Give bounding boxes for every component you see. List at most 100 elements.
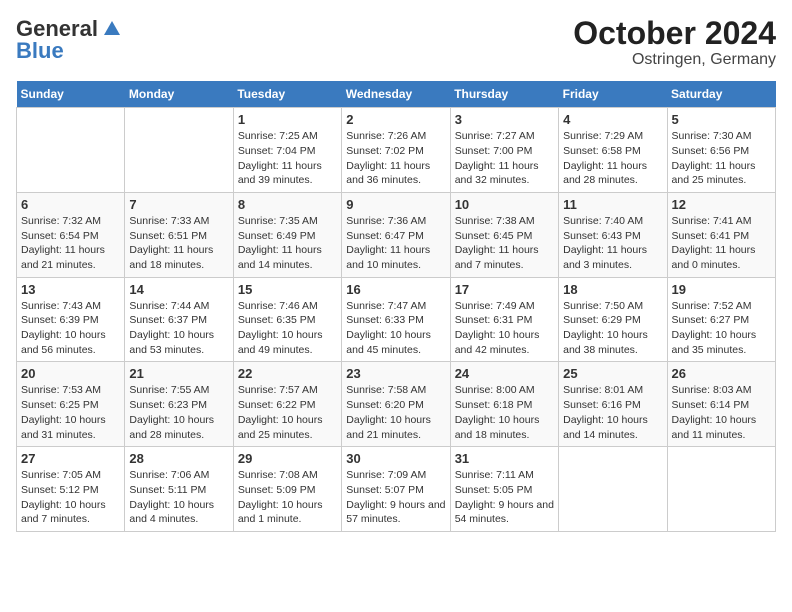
- day-cell: 29 Sunrise: 7:08 AM Sunset: 5:09 PM Dayli…: [233, 447, 341, 532]
- weekday-header-saturday: Saturday: [667, 81, 775, 108]
- day-number: 24: [455, 366, 554, 381]
- day-info: Sunrise: 7:44 AM Sunset: 6:37 PM Dayligh…: [129, 299, 228, 358]
- day-number: 5: [672, 112, 771, 127]
- day-cell: 3 Sunrise: 7:27 AM Sunset: 7:00 PM Daylig…: [450, 108, 558, 193]
- day-info: Sunrise: 7:41 AM Sunset: 6:41 PM Dayligh…: [672, 214, 771, 273]
- day-cell: 27 Sunrise: 7:05 AM Sunset: 5:12 PM Dayli…: [17, 447, 125, 532]
- weekday-header-sunday: Sunday: [17, 81, 125, 108]
- day-number: 16: [346, 282, 445, 297]
- day-info: Sunrise: 7:53 AM Sunset: 6:25 PM Dayligh…: [21, 383, 120, 442]
- day-cell: 13 Sunrise: 7:43 AM Sunset: 6:39 PM Dayli…: [17, 277, 125, 362]
- day-number: 21: [129, 366, 228, 381]
- day-number: 4: [563, 112, 662, 127]
- page-header: General Blue October 2024 Ostringen, Ger…: [16, 16, 776, 69]
- day-info: Sunrise: 7:47 AM Sunset: 6:33 PM Dayligh…: [346, 299, 445, 358]
- day-cell: 5 Sunrise: 7:30 AM Sunset: 6:56 PM Daylig…: [667, 108, 775, 193]
- day-cell: 23Sunrise: 7:58 AM Sunset: 6:20 PM Dayli…: [342, 362, 450, 447]
- day-info: Sunrise: 7:52 AM Sunset: 6:27 PM Dayligh…: [672, 299, 771, 358]
- day-cell: 18 Sunrise: 7:50 AM Sunset: 6:29 PM Dayli…: [559, 277, 667, 362]
- logo: General Blue: [16, 16, 122, 64]
- day-number: 28: [129, 451, 228, 466]
- weekday-header-wednesday: Wednesday: [342, 81, 450, 108]
- day-number: 26: [672, 366, 771, 381]
- day-number: 23: [346, 366, 445, 381]
- day-number: 13: [21, 282, 120, 297]
- day-cell: 12 Sunrise: 7:41 AM Sunset: 6:41 PM Dayli…: [667, 192, 775, 277]
- day-info: Sunrise: 8:01 AM Sunset: 6:16 PM Dayligh…: [563, 383, 662, 442]
- day-info: Sunrise: 7:50 AM Sunset: 6:29 PM Dayligh…: [563, 299, 662, 358]
- day-number: 6: [21, 197, 120, 212]
- day-info: Sunrise: 8:00 AM Sunset: 6:18 PM Dayligh…: [455, 383, 554, 442]
- day-number: 8: [238, 197, 337, 212]
- day-info: Sunrise: 7:29 AM Sunset: 6:58 PM Dayligh…: [563, 129, 662, 188]
- day-cell: [17, 108, 125, 193]
- day-info: Sunrise: 7:40 AM Sunset: 6:43 PM Dayligh…: [563, 214, 662, 273]
- day-info: Sunrise: 7:46 AM Sunset: 6:35 PM Dayligh…: [238, 299, 337, 358]
- weekday-header-tuesday: Tuesday: [233, 81, 341, 108]
- week-row-2: 6 Sunrise: 7:32 AM Sunset: 6:54 PM Daylig…: [17, 192, 776, 277]
- day-number: 11: [563, 197, 662, 212]
- day-cell: 15 Sunrise: 7:46 AM Sunset: 6:35 PM Dayli…: [233, 277, 341, 362]
- week-row-4: 20 Sunrise: 7:53 AM Sunset: 6:25 PM Dayli…: [17, 362, 776, 447]
- weekday-header-friday: Friday: [559, 81, 667, 108]
- day-cell: 17Sunrise: 7:49 AM Sunset: 6:31 PM Dayli…: [450, 277, 558, 362]
- day-number: 2: [346, 112, 445, 127]
- day-number: 25: [563, 366, 662, 381]
- day-cell: 11 Sunrise: 7:40 AM Sunset: 6:43 PM Dayli…: [559, 192, 667, 277]
- month-title: October 2024: [573, 16, 776, 51]
- day-number: 15: [238, 282, 337, 297]
- day-cell: 25 Sunrise: 8:01 AM Sunset: 6:16 PM Dayli…: [559, 362, 667, 447]
- title-block: October 2024 Ostringen, Germany: [573, 16, 776, 69]
- logo-blue-text: Blue: [16, 38, 64, 64]
- week-row-3: 13 Sunrise: 7:43 AM Sunset: 6:39 PM Dayli…: [17, 277, 776, 362]
- day-info: Sunrise: 7:30 AM Sunset: 6:56 PM Dayligh…: [672, 129, 771, 188]
- day-cell: 22Sunrise: 7:57 AM Sunset: 6:22 PM Dayli…: [233, 362, 341, 447]
- day-info: Sunrise: 7:43 AM Sunset: 6:39 PM Dayligh…: [21, 299, 120, 358]
- day-cell: 10Sunrise: 7:38 AM Sunset: 6:45 PM Dayli…: [450, 192, 558, 277]
- day-number: 20: [21, 366, 120, 381]
- day-number: 19: [672, 282, 771, 297]
- day-cell: 19 Sunrise: 7:52 AM Sunset: 6:27 PM Dayli…: [667, 277, 775, 362]
- day-info: Sunrise: 7:32 AM Sunset: 6:54 PM Dayligh…: [21, 214, 120, 273]
- day-cell: 1Sunrise: 7:25 AM Sunset: 7:04 PM Daylig…: [233, 108, 341, 193]
- day-info: Sunrise: 7:06 AM Sunset: 5:11 PM Dayligh…: [129, 468, 228, 527]
- day-cell: 7Sunrise: 7:33 AM Sunset: 6:51 PM Daylig…: [125, 192, 233, 277]
- day-cell: [667, 447, 775, 532]
- day-cell: 30 Sunrise: 7:09 AM Sunset: 5:07 PM Dayli…: [342, 447, 450, 532]
- day-number: 3: [455, 112, 554, 127]
- day-cell: 2 Sunrise: 7:26 AM Sunset: 7:02 PM Daylig…: [342, 108, 450, 193]
- day-cell: [559, 447, 667, 532]
- day-number: 12: [672, 197, 771, 212]
- day-info: Sunrise: 7:36 AM Sunset: 6:47 PM Dayligh…: [346, 214, 445, 273]
- day-info: Sunrise: 7:05 AM Sunset: 5:12 PM Dayligh…: [21, 468, 120, 527]
- day-info: Sunrise: 7:25 AM Sunset: 7:04 PM Dayligh…: [238, 129, 337, 188]
- day-number: 18: [563, 282, 662, 297]
- day-info: Sunrise: 7:26 AM Sunset: 7:02 PM Dayligh…: [346, 129, 445, 188]
- logo-icon: [102, 19, 122, 39]
- day-number: 22: [238, 366, 337, 381]
- day-cell: 9 Sunrise: 7:36 AM Sunset: 6:47 PM Daylig…: [342, 192, 450, 277]
- day-cell: 14 Sunrise: 7:44 AM Sunset: 6:37 PM Dayli…: [125, 277, 233, 362]
- day-number: 10: [455, 197, 554, 212]
- weekday-header-monday: Monday: [125, 81, 233, 108]
- day-cell: 26Sunrise: 8:03 AM Sunset: 6:14 PM Dayli…: [667, 362, 775, 447]
- day-cell: 16 Sunrise: 7:47 AM Sunset: 6:33 PM Dayli…: [342, 277, 450, 362]
- day-info: Sunrise: 7:27 AM Sunset: 7:00 PM Dayligh…: [455, 129, 554, 188]
- day-cell: [125, 108, 233, 193]
- day-cell: 28 Sunrise: 7:06 AM Sunset: 5:11 PM Dayli…: [125, 447, 233, 532]
- week-row-5: 27 Sunrise: 7:05 AM Sunset: 5:12 PM Dayli…: [17, 447, 776, 532]
- day-cell: 21Sunrise: 7:55 AM Sunset: 6:23 PM Dayli…: [125, 362, 233, 447]
- day-cell: 20 Sunrise: 7:53 AM Sunset: 6:25 PM Dayli…: [17, 362, 125, 447]
- calendar-table: SundayMondayTuesdayWednesdayThursdayFrid…: [16, 81, 776, 532]
- day-info: Sunrise: 7:09 AM Sunset: 5:07 PM Dayligh…: [346, 468, 445, 527]
- day-number: 14: [129, 282, 228, 297]
- day-number: 27: [21, 451, 120, 466]
- day-cell: 6 Sunrise: 7:32 AM Sunset: 6:54 PM Daylig…: [17, 192, 125, 277]
- day-number: 30: [346, 451, 445, 466]
- day-number: 29: [238, 451, 337, 466]
- day-info: Sunrise: 7:35 AM Sunset: 6:49 PM Dayligh…: [238, 214, 337, 273]
- day-info: Sunrise: 7:08 AM Sunset: 5:09 PM Dayligh…: [238, 468, 337, 527]
- day-info: Sunrise: 7:11 AM Sunset: 5:05 PM Dayligh…: [455, 468, 554, 527]
- day-number: 9: [346, 197, 445, 212]
- weekday-header-thursday: Thursday: [450, 81, 558, 108]
